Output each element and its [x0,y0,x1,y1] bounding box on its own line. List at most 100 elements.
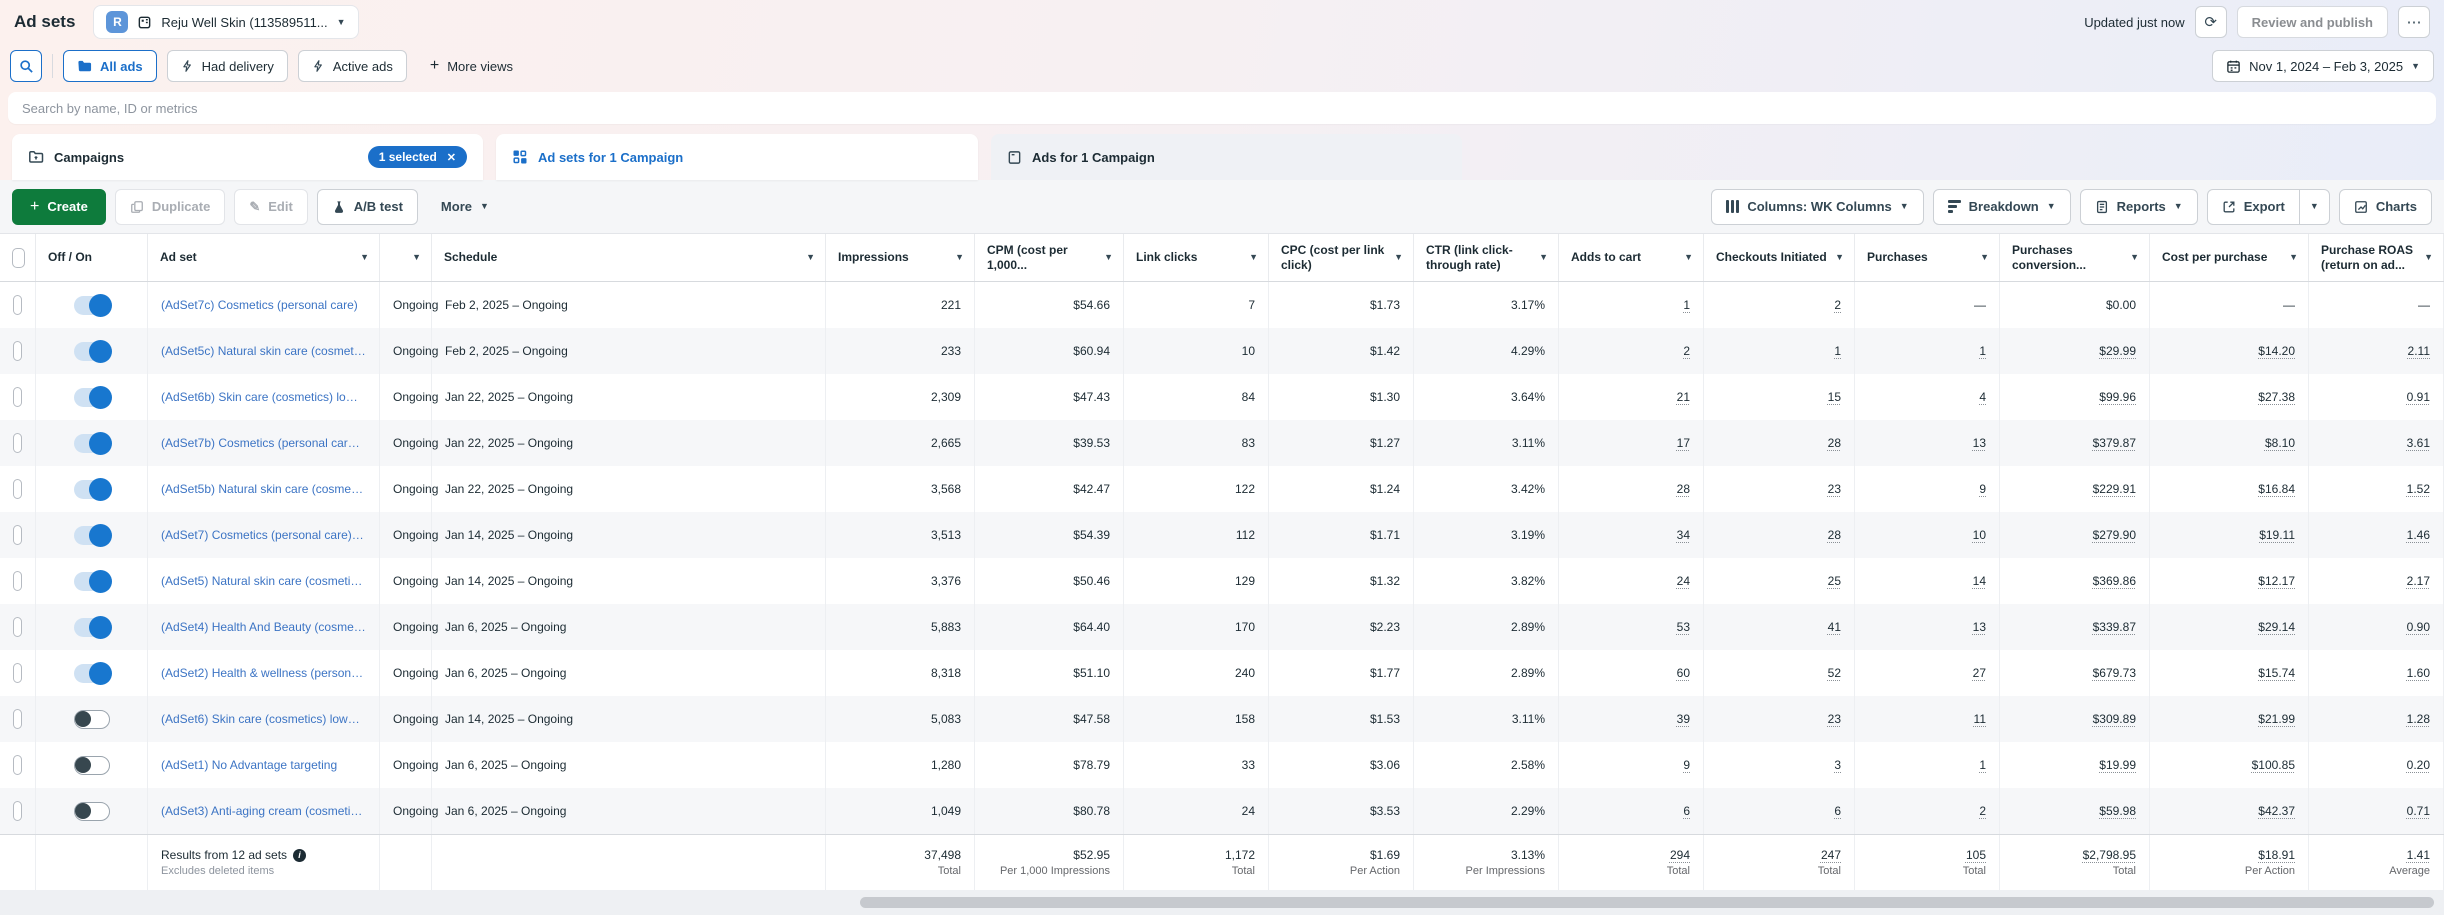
off-on-toggle[interactable] [74,802,110,821]
purchase-roas-cell[interactable]: 2.17 [2309,558,2444,604]
adds-to-cart-cell[interactable]: 53 [1559,604,1704,650]
off-on-toggle[interactable] [74,434,110,453]
tab-campaigns[interactable]: Campaigns 1 selected ✕ [12,134,483,180]
total-conversion-value[interactable]: $2,798.95Total [2000,835,2150,890]
purchases-cell[interactable]: 10 [1855,512,2000,558]
total-cost-per-purchase[interactable]: $18.91Per Action [2150,835,2309,890]
column-menu-caret[interactable]: ▼ [1249,253,1258,262]
ad-set-name-link[interactable]: (AdSet7c) Cosmetics (personal care) [161,298,358,312]
column-menu-caret[interactable]: ▼ [1104,253,1113,262]
adds-to-cart-cell[interactable]: 39 [1559,696,1704,742]
cost-per-purchase-cell[interactable]: $15.74 [2150,650,2309,696]
clear-selection-icon[interactable]: ✕ [447,151,456,164]
cost-per-purchase-cell[interactable]: $27.38 [2150,374,2309,420]
filter-had-delivery[interactable]: Had delivery [167,50,288,82]
adds-to-cart-cell[interactable]: 34 [1559,512,1704,558]
conversion-value-cell[interactable]: $369.86 [2000,558,2150,604]
purchase-roas-cell[interactable]: 0.90 [2309,604,2444,650]
cost-per-purchase-cell[interactable]: $21.99 [2150,696,2309,742]
purchases-cell[interactable]: 27 [1855,650,2000,696]
adds-to-cart-cell[interactable]: 2 [1559,328,1704,374]
checkouts-initiated-cell[interactable]: 28 [1704,512,1855,558]
search-input[interactable] [8,92,2436,124]
column-menu-caret[interactable]: ▼ [1539,253,1548,262]
info-icon[interactable]: i [293,849,306,862]
row-checkbox[interactable] [13,571,22,591]
purchase-roas-cell[interactable]: 0.71 [2309,788,2444,834]
adds-to-cart-cell[interactable]: 9 [1559,742,1704,788]
filter-all-ads[interactable]: All ads [63,50,157,82]
tab-ad-sets[interactable]: Ad sets for 1 Campaign [496,134,978,180]
checkouts-initiated-cell[interactable]: 15 [1704,374,1855,420]
purchases-cell[interactable]: 13 [1855,604,2000,650]
ad-set-name-link[interactable]: (AdSet2) Health & wellness (personal car… [161,666,366,680]
purchase-roas-cell[interactable]: 1.46 [2309,512,2444,558]
conversion-value-cell[interactable]: $279.90 [2000,512,2150,558]
more-options-button[interactable]: ⋯ [2398,6,2430,38]
conversion-value-cell[interactable]: $679.73 [2000,650,2150,696]
conversion-value-cell[interactable]: $379.87 [2000,420,2150,466]
off-on-toggle[interactable] [74,572,110,591]
column-menu-caret[interactable]: ▼ [2289,253,2298,262]
date-range-selector[interactable]: Nov 1, 2024 – Feb 3, 2025 ▼ [2212,50,2434,82]
column-menu-caret[interactable]: ▼ [1394,253,1403,262]
off-on-toggle[interactable] [74,342,110,361]
off-on-toggle[interactable] [74,618,110,637]
column-menu-caret[interactable]: ▼ [1684,253,1693,262]
charts-button[interactable]: Charts [2339,189,2432,225]
checkouts-initiated-cell[interactable]: 23 [1704,466,1855,512]
adds-to-cart-cell[interactable]: 28 [1559,466,1704,512]
conversion-value-cell[interactable]: $19.99 [2000,742,2150,788]
reports-button[interactable]: Reports ▼ [2080,189,2198,225]
review-publish-button[interactable]: Review and publish [2237,6,2388,38]
purchase-roas-cell[interactable]: 0.91 [2309,374,2444,420]
purchase-roas-cell[interactable]: 1.60 [2309,650,2444,696]
cost-per-purchase-cell[interactable]: $42.37 [2150,788,2309,834]
cost-per-purchase-cell[interactable]: $100.85 [2150,742,2309,788]
purchases-cell[interactable]: 13 [1855,420,2000,466]
ad-set-name-link[interactable]: (AdSet7) Cosmetics (personal care) lower… [161,528,366,542]
total-purchases[interactable]: 105Total [1855,835,2000,890]
account-selector[interactable]: R Reju Well Skin (113589511... ▼ [93,5,358,39]
purchase-roas-cell[interactable]: 3.61 [2309,420,2444,466]
total-purchase-roas[interactable]: 1.41Average [2309,835,2444,890]
conversion-value-cell[interactable]: $0.00 [2000,282,2150,328]
adds-to-cart-cell[interactable]: 17 [1559,420,1704,466]
row-checkbox[interactable] [13,663,22,683]
row-checkbox[interactable] [13,801,22,821]
cost-per-purchase-cell[interactable]: $19.11 [2150,512,2309,558]
duplicate-button[interactable]: Duplicate [115,189,226,225]
ad-set-name-link[interactable]: (AdSet4) Health And Beauty (cosmetics) l… [161,620,366,634]
ad-set-name-link[interactable]: (AdSet1) No Advantage targeting [161,758,337,772]
conversion-value-cell[interactable]: $29.99 [2000,328,2150,374]
purchases-cell[interactable]: 2 [1855,788,2000,834]
column-menu-caret[interactable]: ▼ [955,253,964,262]
off-on-toggle[interactable] [74,296,110,315]
checkouts-initiated-cell[interactable]: 2 [1704,282,1855,328]
row-checkbox[interactable] [13,341,22,361]
checkouts-initiated-cell[interactable]: 1 [1704,328,1855,374]
adds-to-cart-cell[interactable]: 1 [1559,282,1704,328]
checkouts-initiated-cell[interactable]: 41 [1704,604,1855,650]
search-filter-button[interactable] [10,50,42,82]
cost-per-purchase-cell[interactable]: — [2150,282,2309,328]
selected-count-badge[interactable]: 1 selected ✕ [368,146,467,168]
adds-to-cart-cell[interactable]: 60 [1559,650,1704,696]
purchases-cell[interactable]: 14 [1855,558,2000,604]
purchase-roas-cell[interactable]: 0.20 [2309,742,2444,788]
purchase-roas-cell[interactable]: 1.52 [2309,466,2444,512]
purchases-cell[interactable]: 1 [1855,328,2000,374]
off-on-toggle[interactable] [74,710,110,729]
export-options-button[interactable]: ▼ [2299,189,2330,225]
more-views-button[interactable]: + More views [417,50,526,82]
cost-per-purchase-cell[interactable]: $14.20 [2150,328,2309,374]
checkouts-initiated-cell[interactable]: 25 [1704,558,1855,604]
off-on-toggle[interactable] [74,388,110,407]
breakdown-button[interactable]: Breakdown ▼ [1933,189,2071,225]
edit-button[interactable]: ✎ Edit [234,189,307,225]
conversion-value-cell[interactable]: $339.87 [2000,604,2150,650]
row-checkbox[interactable] [13,295,22,315]
checkouts-initiated-cell[interactable]: 23 [1704,696,1855,742]
column-menu-caret[interactable]: ▼ [1980,253,1989,262]
row-checkbox[interactable] [13,479,22,499]
